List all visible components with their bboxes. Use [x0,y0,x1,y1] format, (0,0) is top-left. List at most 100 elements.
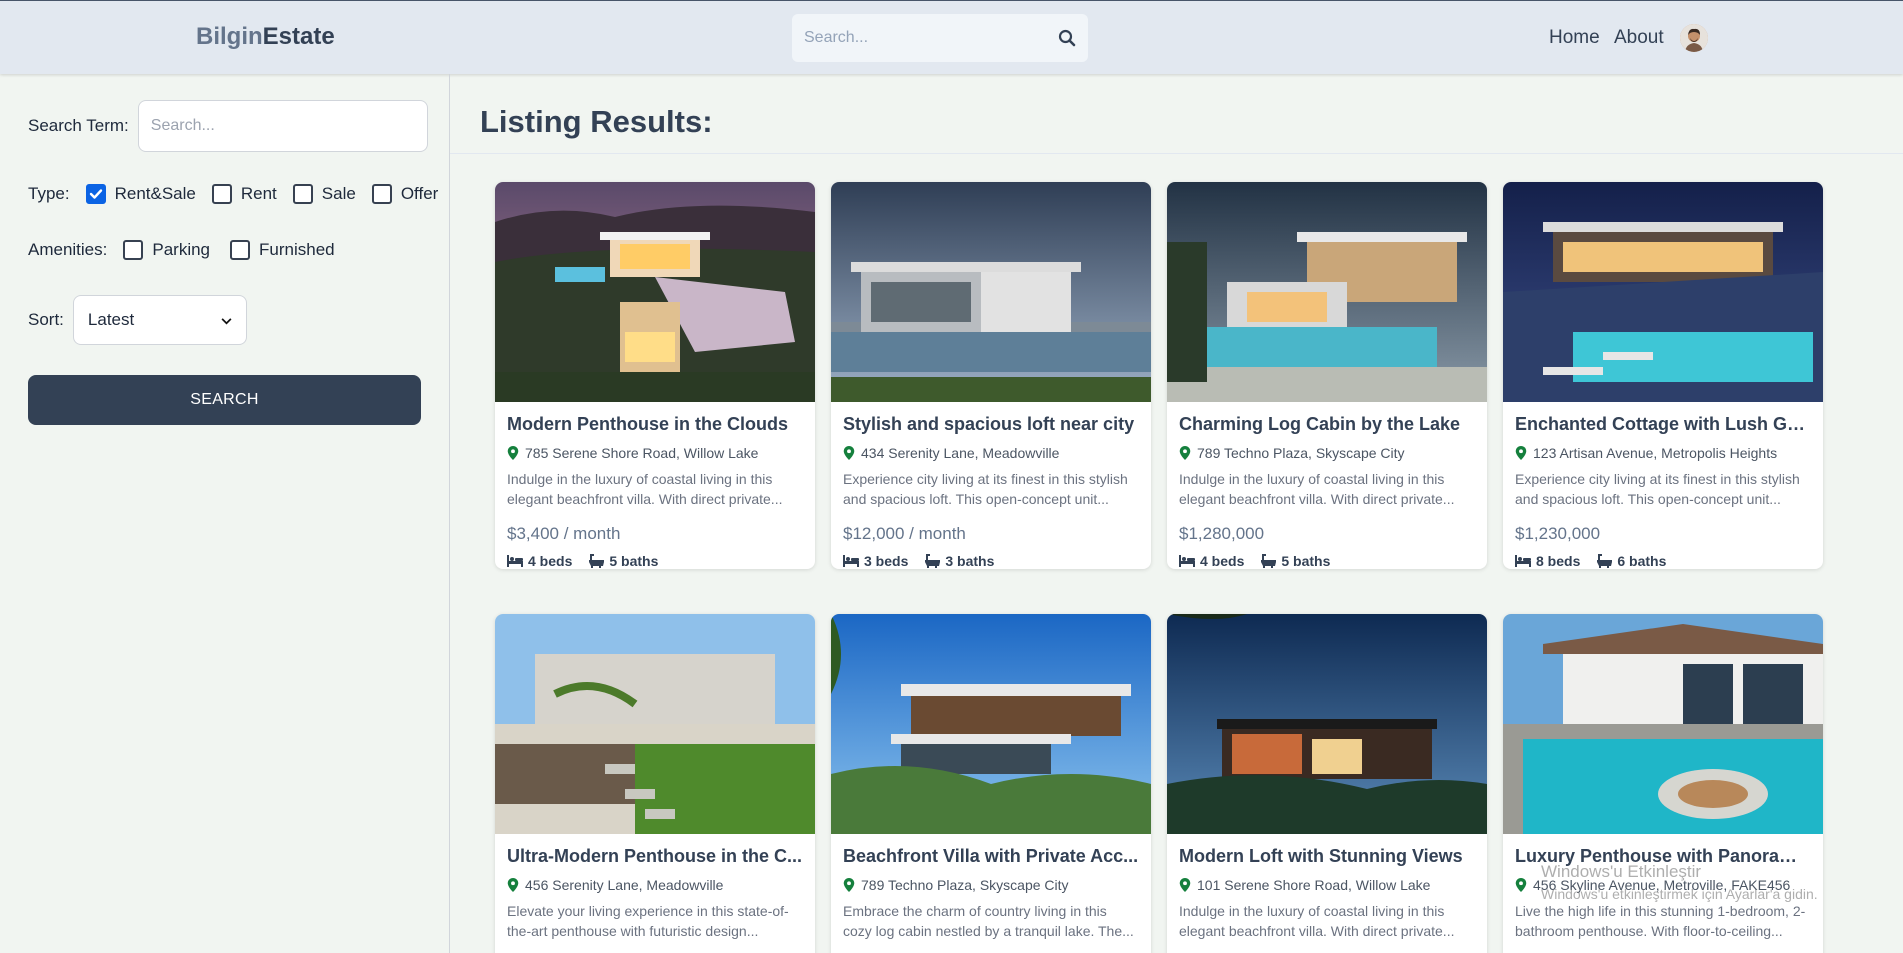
chevron-down-icon [221,310,232,330]
bath-icon [1597,554,1613,568]
logo[interactable]: BilginEstate [196,23,335,51]
checkbox-furnished[interactable] [230,240,251,260]
page-title: Listing Results: [480,104,713,139]
listing-address-text: 456 Serenity Lane, Meadowville [525,877,724,893]
location-pin-icon [1515,446,1527,460]
type-row: Type: Rent&Sale Rent Sale Offer [28,184,438,204]
listing-image[interactable] [1167,614,1487,834]
listing-image[interactable] [1167,182,1487,402]
logo-part1: Bilgin [196,23,263,50]
listing-description: Indulge in the luxury of coastal living … [1179,903,1455,939]
listing-card[interactable]: Charming Log Cabin by the Lake 789 Techn… [1167,182,1487,569]
listing-beds: 4 beds [528,553,573,569]
listing-title[interactable]: Beachfront Villa with Private Acc... [843,846,1139,867]
listing-card[interactable]: Luxury Penthouse with Panorami... 456 Sk… [1503,614,1823,953]
listing-image[interactable] [831,614,1151,834]
listing-description: Experience city living at its finest in … [1515,471,1800,507]
listing-title[interactable]: Modern Penthouse in the Clouds [507,414,803,435]
bed-icon [843,555,859,567]
listing-beds: 4 beds [1200,553,1245,569]
nav-about[interactable]: About [1614,27,1664,49]
location-pin-icon [843,446,855,460]
type-rent-sale-label: Rent&Sale [114,184,196,203]
sort-label: Sort: [28,310,64,329]
listing-title[interactable]: Stylish and spacious loft near city [843,414,1139,435]
listing-address: 789 Techno Plaza, Skyscape City [843,877,1139,893]
listing-beds: 8 beds [1536,553,1581,569]
type-offer-label: Offer [400,184,439,203]
location-pin-icon [507,878,519,892]
listing-meta: 4 beds 5 baths [1179,553,1475,569]
listing-baths: 5 baths [1281,553,1331,569]
listing-image[interactable] [495,614,815,834]
header-search [792,14,1088,62]
sort-row: Sort: Latest [28,295,247,345]
listing-card[interactable]: Modern Penthouse in the Clouds 785 Seren… [495,182,815,569]
listing-baths: 3 baths [945,553,995,569]
listing-address-text: 434 Serenity Lane, Meadowville [861,445,1060,461]
listing-card[interactable]: Modern Loft with Stunning Views 101 Sere… [1167,614,1487,953]
checkbox-parking[interactable] [123,240,144,260]
bath-icon [1261,554,1277,568]
checkbox-sale[interactable] [292,184,313,204]
listing-card[interactable]: Stylish and spacious loft near city 434 … [831,182,1151,569]
sort-select[interactable]: Latest [72,295,247,345]
amenity-parking-label: Parking [152,240,211,259]
listing-meta: 4 beds 5 baths [507,553,803,569]
listing-card[interactable]: Beachfront Villa with Private Acc... 789… [831,614,1151,953]
listing-title[interactable]: Enchanted Cottage with Lush Gar... [1515,414,1811,435]
bed-icon [507,555,523,567]
listing-address: 101 Serene Shore Road, Willow Lake [1179,877,1475,893]
title-divider [450,153,1903,154]
bath-icon [589,554,605,568]
listing-title[interactable]: Ultra-Modern Penthouse in the C... [507,846,803,867]
listing-image[interactable] [1503,614,1823,834]
listing-description: Live the high life in this stunning 1-be… [1515,903,1806,939]
search-term-row: Search Term: [28,100,428,152]
amenity-parking[interactable]: Parking [123,240,210,260]
listing-price: $1,230,000 [1515,524,1601,543]
location-pin-icon [1179,878,1191,892]
search-term-input[interactable] [137,100,428,152]
bed-icon [1515,555,1531,567]
listing-address: 785 Serene Shore Road, Willow Lake [507,445,803,461]
header-search-input[interactable] [804,26,1044,50]
checkbox-rent[interactable] [211,184,232,204]
listing-price: $12,000 / month [843,524,966,543]
windows-activation-text: Windows'u etkinleştirmek için Ayarlar'a … [1541,886,1818,902]
type-sale[interactable]: Sale [292,184,356,204]
listing-image[interactable] [495,182,815,402]
type-label: Type: [28,184,70,203]
type-rent-label: Rent [240,184,277,203]
listing-address-text: 789 Techno Plaza, Skyscape City [1197,445,1405,461]
listing-meta: 3 beds 3 baths [843,553,1139,569]
listing-beds: 3 beds [864,553,909,569]
search-button[interactable]: SEARCH [28,375,421,425]
type-sale-label: Sale [321,184,356,203]
listing-meta: 8 beds 6 baths [1515,553,1811,569]
location-pin-icon [1515,878,1527,892]
search-icon[interactable] [1058,29,1076,47]
listing-address-text: 785 Serene Shore Road, Willow Lake [525,445,759,461]
avatar[interactable] [1680,24,1708,52]
listing-image[interactable] [831,182,1151,402]
listing-title[interactable]: Modern Loft with Stunning Views [1179,846,1475,867]
listing-description: Elevate your living experience in this s… [507,903,789,939]
listing-title[interactable]: Charming Log Cabin by the Lake [1179,414,1475,435]
listing-address: 456 Serenity Lane, Meadowville [507,877,803,893]
type-rent-sale[interactable]: Rent&Sale [85,184,196,204]
amenity-furnished[interactable]: Furnished [230,240,335,260]
listing-description: Embrace the charm of country living in t… [843,903,1134,939]
listing-address-text: 101 Serene Shore Road, Willow Lake [1197,877,1431,893]
listing-price: $3,400 / month [507,524,621,543]
nav-home[interactable]: Home [1549,27,1600,49]
listing-card[interactable]: Enchanted Cottage with Lush Gar... 123 A… [1503,182,1823,569]
checkbox-offer[interactable] [371,184,392,204]
listing-card[interactable]: Ultra-Modern Penthouse in the C... 456 S… [495,614,815,953]
listing-address: 434 Serenity Lane, Meadowville [843,445,1139,461]
type-offer[interactable]: Offer [371,184,439,204]
amenities-label: Amenities: [28,240,108,259]
checkbox-rent-sale[interactable] [85,184,106,204]
type-rent[interactable]: Rent [211,184,277,204]
listing-image[interactable] [1503,182,1823,402]
